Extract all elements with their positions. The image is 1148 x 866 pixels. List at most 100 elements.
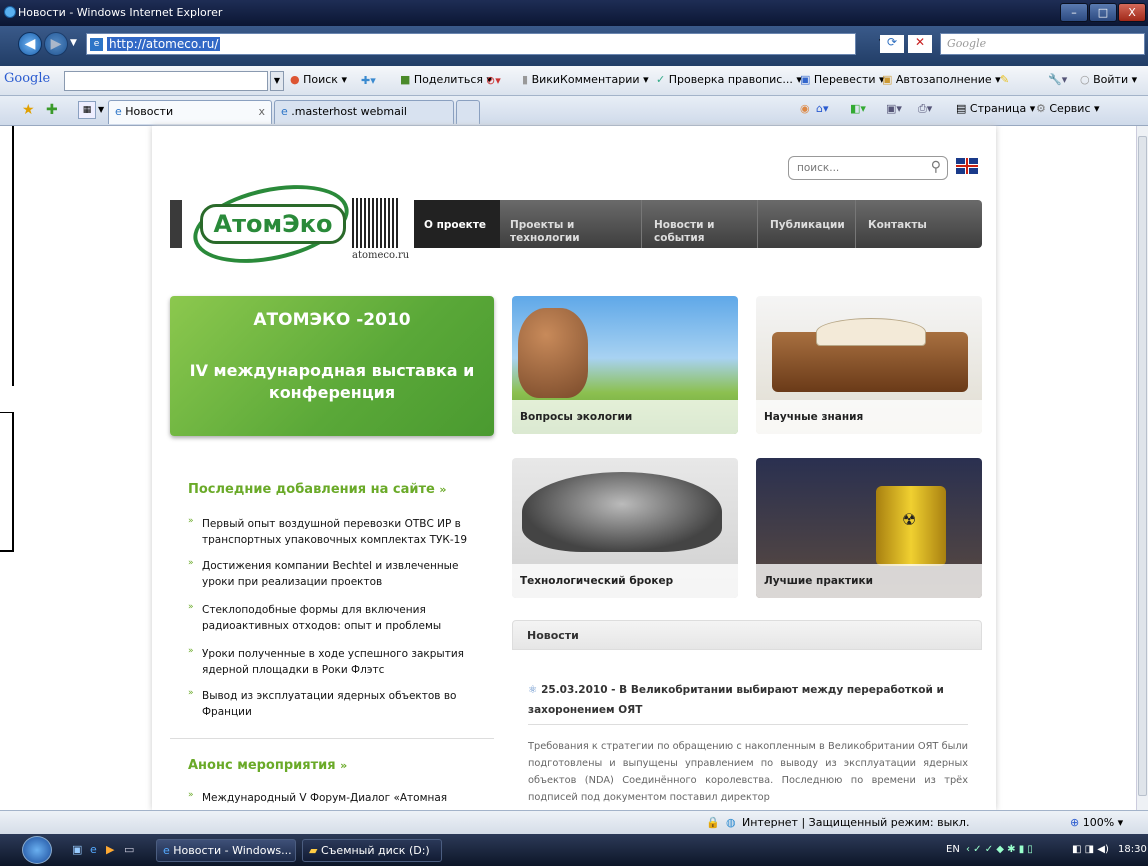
tab-news[interactable]: e Новости x: [108, 100, 272, 124]
wrench-icon[interactable]: 🔧▾: [1048, 73, 1067, 86]
forward-icon[interactable]: ▶: [44, 32, 68, 56]
gbar-translate[interactable]: ▣ Перевести ▾: [800, 73, 885, 86]
site-logo[interactable]: АтомЭко: [200, 204, 346, 244]
vertical-scrollbar[interactable]: [1136, 126, 1148, 810]
latest-item[interactable]: » Уроки полученные в ходе успешного закры…: [188, 646, 478, 678]
tile-caption: Научные знания: [756, 400, 982, 434]
tile-practices[interactable]: ☢ Лучшие практики: [756, 458, 982, 598]
latest-item[interactable]: » Достижения компании Bechtel и извлеченн…: [188, 558, 478, 590]
search-input[interactable]: Google: [940, 33, 1145, 55]
stop-icon[interactable]: ✕: [908, 35, 932, 53]
latest-item[interactable]: » Стеклоподобные формы для включения ради…: [188, 602, 478, 634]
taskbar-drive-button[interactable]: ▰ Съемный диск (D:): [302, 839, 442, 862]
tray-icons[interactable]: ‹ ✓ ✓ ◆ ✱ ▮ ▯: [966, 844, 1033, 855]
tab-webmail[interactable]: e .masterhost webmail: [274, 100, 454, 124]
news-headline[interactable]: ⚛ 25.03.2010 - В Великобритании выбирают…: [528, 680, 968, 720]
add-favorite-icon[interactable]: ✚: [46, 102, 58, 118]
bullet-icon: »: [188, 558, 194, 568]
start-button[interactable]: [22, 836, 52, 864]
globe-icon: ◍: [726, 816, 736, 829]
window-title: Новости - Windows Internet Explorer: [18, 6, 223, 19]
nav-contacts[interactable]: Контакты: [856, 200, 942, 248]
folder-icon: ▰: [309, 844, 318, 857]
media-icon[interactable]: ▶: [106, 843, 114, 856]
nav-about[interactable]: О проекте: [414, 200, 500, 248]
tools-menu[interactable]: ⚙ Сервис ▾: [1036, 102, 1100, 115]
zoom-control[interactable]: ⊕ 100% ▾: [1070, 816, 1123, 829]
divider: [528, 724, 968, 725]
favorites-star-icon[interactable]: ★: [22, 102, 35, 118]
print-icon[interactable]: ⎙▾: [918, 102, 932, 116]
left-artifact: [0, 126, 14, 386]
site-search-input[interactable]: поиск... ⚲: [788, 156, 948, 180]
ie-icon[interactable]: e: [90, 843, 97, 856]
tile-caption: Вопросы экологии: [512, 400, 738, 434]
ie-icon: [4, 6, 16, 18]
banner-subtitle: IV международная выставка и конференция: [189, 361, 475, 402]
page-icon: e: [90, 38, 103, 51]
minimize-button[interactable]: –: [1060, 3, 1088, 22]
blocker-icon[interactable]: ⊘▾: [486, 74, 501, 87]
google-dropdown-icon[interactable]: ▼: [270, 71, 284, 91]
history-dropdown-icon[interactable]: ▼: [70, 38, 77, 48]
highlighter-icon[interactable]: ✎: [1000, 73, 1009, 86]
nav-news[interactable]: Новости и события: [642, 200, 758, 248]
bullet-icon: »: [188, 790, 194, 800]
latest-item[interactable]: » Вывод из эксплуатации ядерных объектов …: [188, 688, 478, 720]
tile-science[interactable]: Научные знания: [756, 296, 982, 434]
device-image: [522, 472, 722, 552]
logo-domain: atomeco.ru: [352, 250, 410, 261]
plus-icon[interactable]: ✚▾: [361, 74, 376, 87]
new-tab-button[interactable]: [456, 100, 480, 124]
gear-icon: ⚙: [1036, 102, 1046, 115]
tab-list-dropdown-icon[interactable]: ▼: [98, 105, 104, 114]
clock[interactable]: 18:30: [1118, 844, 1147, 855]
search-icon[interactable]: ⚲: [931, 159, 941, 175]
rss-icon[interactable]: ◧▾: [850, 102, 866, 115]
nav-publications[interactable]: Публикации: [758, 200, 856, 248]
home-icon[interactable]: ⌂▾: [816, 102, 829, 115]
events-heading: Анонс мероприятия »: [188, 758, 348, 773]
url-text: http://atomeco.ru/: [107, 37, 221, 51]
ie-icon: e: [115, 105, 122, 118]
bullet-icon: »: [188, 602, 194, 612]
left-artifact-2: [0, 412, 14, 552]
ie-icon: e: [163, 844, 170, 857]
radiation-icon: ☢: [902, 510, 917, 529]
quick-tabs-icon[interactable]: ▦: [78, 101, 96, 119]
taskbar-ie-button[interactable]: e Новости - Windows...: [156, 839, 296, 862]
tab-close-icon[interactable]: x: [258, 105, 265, 118]
bullet-icon: »: [188, 688, 194, 698]
google-search-input[interactable]: [64, 71, 268, 91]
news-panel: ⚛ 25.03.2010 - В Великобритании выбирают…: [512, 660, 982, 810]
back-icon[interactable]: ◀: [18, 32, 42, 56]
volume-icon[interactable]: ◧ ◨ ◀): [1072, 844, 1109, 855]
page-menu[interactable]: ▤ Страница ▾: [956, 102, 1035, 115]
scroll-thumb[interactable]: [1138, 136, 1147, 796]
gbar-share[interactable]: ■ Поделиться ▾: [400, 73, 492, 86]
gbar-autofill[interactable]: ▣ Автозаполнение ▾: [882, 73, 1001, 86]
feeds-icon[interactable]: ◉: [800, 102, 810, 115]
nav-projects[interactable]: Проекты и технологии: [500, 200, 642, 248]
gbar-search[interactable]: ● Поиск ▾: [290, 73, 347, 86]
gbar-login[interactable]: ○ Войти ▾: [1080, 73, 1137, 86]
address-bar: ◀ ▶ ▼ e http://atomeco.ru/ ▼ ⟳ ✕ Google: [0, 26, 1148, 66]
close-button[interactable]: X: [1118, 3, 1146, 22]
news-panel-header: Новости: [512, 620, 982, 650]
gbar-wiki[interactable]: ▮ ВикиКомментарии ▾: [522, 73, 649, 86]
show-desktop-icon[interactable]: ▣: [72, 843, 82, 856]
chevron-right-icon: »: [340, 759, 348, 772]
latest-item[interactable]: » Первый опыт воздушной перевозки ОТВС ИР…: [188, 516, 478, 548]
url-field[interactable]: e http://atomeco.ru/ ▼: [86, 33, 886, 55]
window-icon[interactable]: ▭: [124, 843, 134, 856]
mail-icon[interactable]: ▣▾: [886, 102, 902, 115]
event-banner[interactable]: АТОМЭКО -2010 IV международная выставка …: [170, 296, 494, 436]
gbar-spell[interactable]: ✓ Проверка правопис... ▾: [656, 73, 802, 86]
latest-heading: Последние добавления на сайте »: [188, 482, 447, 497]
tile-ecology[interactable]: Вопросы экологии: [512, 296, 738, 434]
language-indicator[interactable]: EN: [946, 844, 960, 855]
refresh-icon[interactable]: ⟳: [880, 35, 904, 53]
tile-broker[interactable]: Технологический брокер: [512, 458, 738, 598]
maximize-button[interactable]: □: [1089, 3, 1117, 22]
uk-flag-icon[interactable]: [956, 158, 978, 174]
